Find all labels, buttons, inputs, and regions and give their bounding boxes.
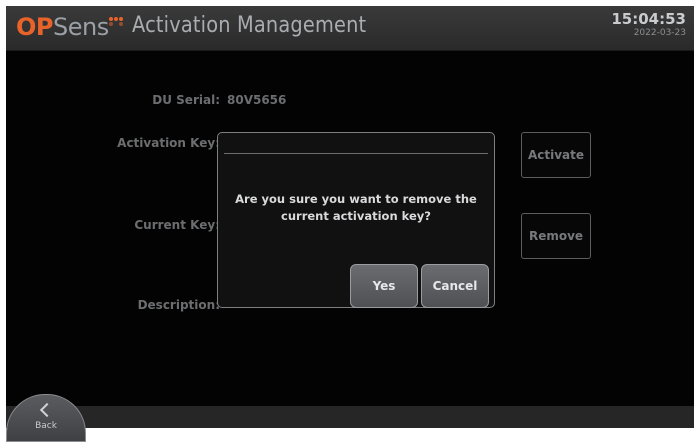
cancel-button[interactable]: Cancel: [421, 264, 489, 308]
clock-time: 15:04:53: [611, 10, 686, 28]
dialog-divider: [224, 153, 488, 154]
yes-button[interactable]: Yes: [350, 264, 418, 308]
activation-screen: OP Sens Activation Management 15:04:53 2…: [6, 6, 694, 428]
logo-dots-icon: [107, 17, 125, 26]
dialog-message: Are you sure you want to remove the curr…: [235, 192, 477, 223]
opsens-logo: OP Sens: [16, 13, 109, 43]
header-bar: OP Sens Activation Management 15:04:53 2…: [6, 6, 694, 51]
chevron-left-icon: [39, 402, 55, 418]
confirm-remove-dialog: Are you sure you want to remove the curr…: [217, 132, 495, 308]
clock: 15:04:53 2022-03-23: [611, 11, 686, 39]
back-label: Back: [35, 421, 57, 431]
logo-sens-text: Sens: [53, 13, 109, 41]
footer-bar: [6, 406, 694, 428]
logo-op-text: OP: [16, 13, 54, 41]
page-title: Activation Management: [132, 13, 367, 38]
clock-date: 2022-03-23: [633, 28, 686, 38]
